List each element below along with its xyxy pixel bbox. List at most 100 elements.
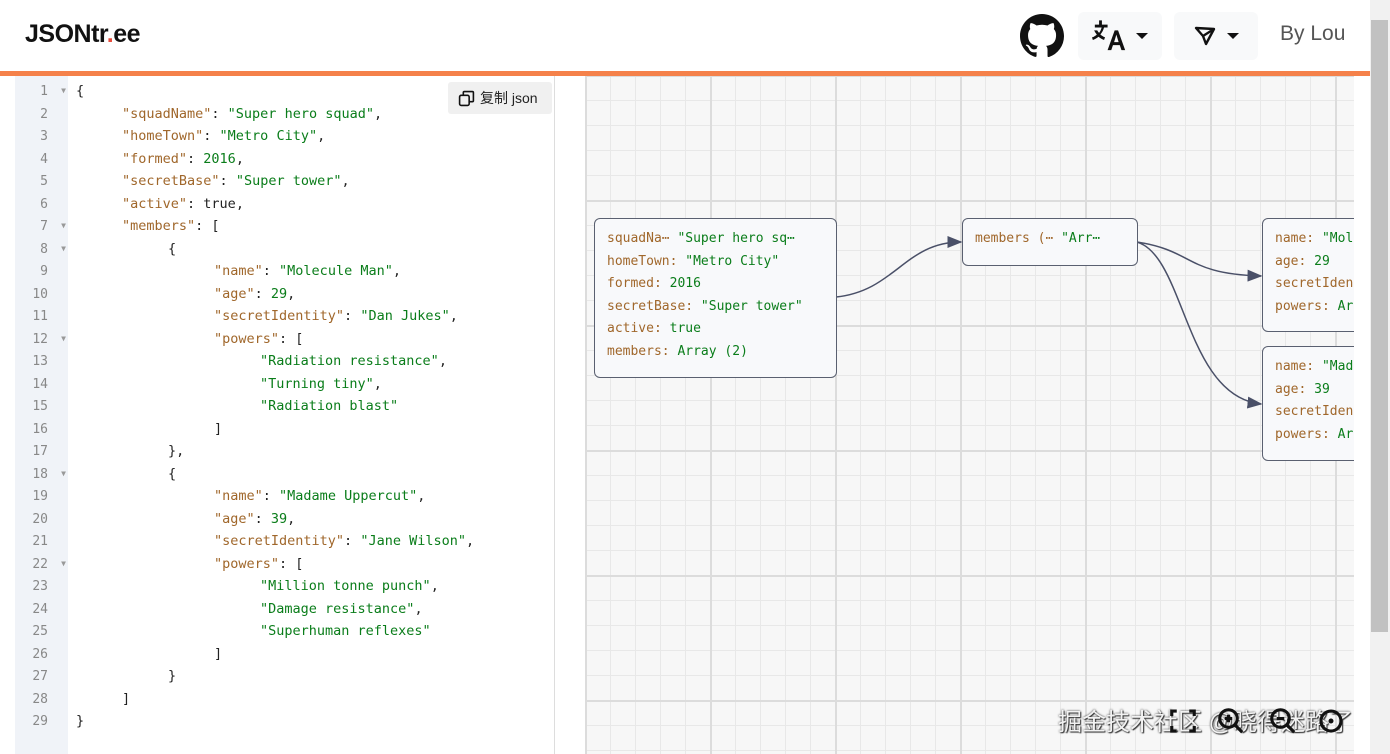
node-value: "Mad (1321, 359, 1354, 374)
line-number-text: 6 (40, 196, 48, 212)
code-token: , (373, 375, 382, 392)
fold-arrow-icon[interactable]: ▼ (61, 334, 66, 343)
code-token: { (168, 240, 177, 257)
fold-arrow-icon[interactable]: ▼ (61, 86, 66, 95)
node-row: active: true (607, 321, 824, 344)
line-number: 1 ▼ (15, 81, 68, 104)
line-number: 2 (15, 104, 68, 127)
logo-text: JSONtr (25, 20, 107, 48)
line-number: 18 ▼ (15, 464, 68, 487)
code-line: "squadName": "Super hero squad", (122, 104, 382, 127)
node-value: "Mol (1321, 231, 1354, 246)
node-value: true (669, 321, 701, 336)
code-line: "active": true, (122, 194, 244, 217)
line-number-text: 11 (32, 309, 48, 324)
author-link[interactable]: By Lou (1280, 22, 1345, 46)
code-line: { (76, 81, 84, 104)
code-token: 2016 (203, 150, 236, 167)
code-line: "members": [ (122, 216, 220, 239)
copy-json-button[interactable]: 复制 json (448, 82, 552, 114)
node-value: Ar (1337, 426, 1354, 442)
code-token: "secretIdentity" (214, 308, 345, 324)
node-member-1[interactable]: name: "Mad age: 39 secretIden powers: Ar (1262, 346, 1354, 461)
code-line: "secretIdentity": "Jane Wilson", (214, 531, 474, 554)
github-icon[interactable] (1020, 14, 1064, 58)
line-number: 6 (15, 194, 68, 217)
node-value: "Super hero sq⋯ (677, 231, 795, 246)
fullscreen-icon[interactable] (1168, 706, 1198, 736)
code-token: , (341, 173, 350, 189)
line-number-text: 25 (32, 624, 48, 639)
code-token: }, (168, 443, 185, 459)
zoom-out-icon[interactable] (1268, 706, 1298, 736)
line-number: 20 (15, 509, 68, 532)
code-token: : [ (279, 330, 304, 347)
code-token: , (287, 285, 296, 302)
code-line: ] (214, 419, 222, 442)
line-number-text: 12 (32, 331, 48, 347)
fold-arrow-icon[interactable]: ▼ (61, 221, 66, 230)
fold-arrow-icon[interactable]: ▼ (61, 469, 66, 478)
line-number: 3 (15, 126, 68, 149)
node-key: name: (1275, 231, 1322, 246)
fold-arrow-icon[interactable]: ▼ (61, 244, 66, 253)
code-token: "Jane Wilson" (360, 533, 466, 549)
code-line: "formed": 2016, (122, 149, 244, 172)
code-token: ] (122, 690, 131, 707)
logo[interactable]: JSONtr.ee (25, 20, 141, 49)
code-line: }, (168, 441, 184, 464)
node-row: secretIden (1275, 276, 1354, 299)
node-key: name: (1275, 359, 1322, 374)
line-number-text: 2 (40, 106, 48, 122)
line-number-text: 22 (32, 556, 48, 572)
code-line: "Superhuman reflexes" (260, 621, 431, 644)
line-number-text: 26 (32, 646, 48, 662)
node-value: 29 (1314, 253, 1330, 269)
node-key: members (⋯ (975, 231, 1062, 246)
node-row: squadNa⋯ "Super hero sq⋯ (607, 231, 824, 254)
code-token: , (430, 578, 439, 594)
reset-icon[interactable] (1316, 706, 1346, 736)
code-line: } (168, 666, 176, 689)
node-row: formed: 2016 (607, 276, 824, 299)
line-number: 4 (15, 149, 68, 172)
code-token: 39 (270, 510, 288, 527)
code-token: "Damage resistance" (260, 600, 415, 617)
fold-arrow-icon[interactable]: ▼ (61, 559, 66, 568)
line-number: 28 (15, 689, 68, 712)
node-value: 39 (1314, 381, 1330, 397)
language-dropdown[interactable] (1078, 12, 1162, 60)
caret-down-icon (1227, 33, 1239, 39)
code-token: "members" (122, 218, 196, 234)
code-token: , (235, 150, 244, 167)
code-token: ] (214, 645, 223, 662)
line-number: 13 (15, 351, 68, 374)
node-key: members: (607, 343, 678, 359)
code-line: "Turning tiny", (260, 374, 382, 397)
line-number: 29 (15, 711, 68, 734)
copy-json-label: 复制 json (480, 90, 538, 106)
graph-canvas[interactable]: squadNa⋯ "Super hero sq⋯ homeTown: "Metro… (585, 76, 1354, 754)
node-key: formed: (607, 276, 670, 291)
code-token: : (254, 285, 271, 302)
code-token: "Radiation resistance" (260, 353, 439, 369)
line-number: 7 ▼ (15, 216, 68, 239)
line-number: 26 (15, 644, 68, 667)
line-number-text: 8 (40, 241, 48, 257)
node-value: Array (2) (677, 343, 748, 359)
node-row: members (⋯ "Arr⋯ (975, 231, 1125, 254)
node-key: powers: (1275, 426, 1338, 442)
code-line: "Radiation blast" (260, 396, 398, 419)
node-row: secretBase: "Super tower" (607, 299, 824, 322)
line-number-text: 7 (40, 219, 48, 234)
code-token: : (187, 195, 204, 212)
line-number: 14 (15, 374, 68, 397)
scrollbar-thumb[interactable] (1371, 20, 1388, 632)
node-members[interactable]: members (⋯ "Arr⋯ (962, 218, 1138, 266)
node-root[interactable]: squadNa⋯ "Super hero sq⋯ homeTown: "Metro… (594, 218, 837, 378)
translate-icon (1092, 20, 1126, 51)
zoom-in-icon[interactable] (1216, 706, 1246, 736)
node-member-0[interactable]: name: "Mol age: 29 secretIden powers: Ar (1262, 218, 1354, 332)
share-dropdown[interactable] (1174, 12, 1258, 60)
code-token: : [ (195, 218, 220, 234)
